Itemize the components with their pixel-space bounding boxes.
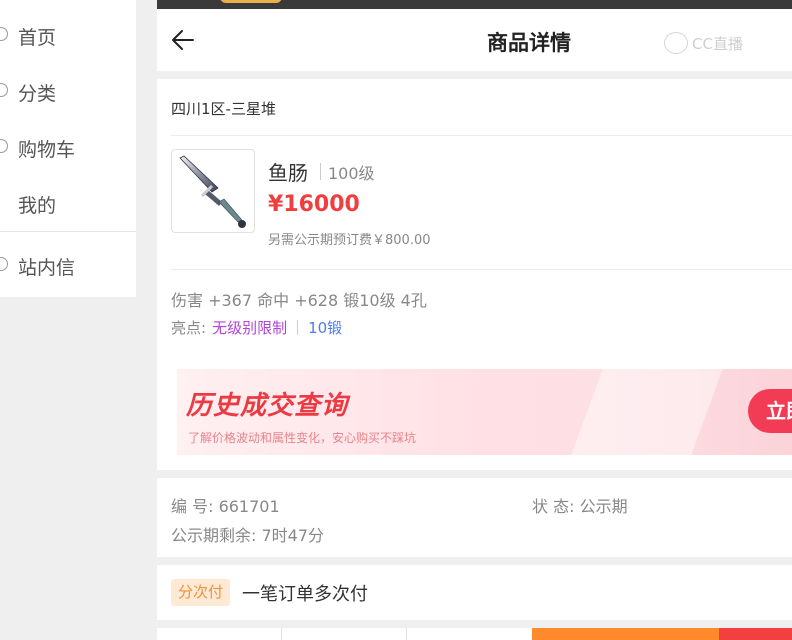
highlight-tag: 无级别限制 [212,319,288,337]
item-name: 鱼肠 [268,161,308,185]
sidebar-item-mine[interactable]: 我的 [0,183,136,223]
banner-subtitle: 了解价格波动和属性变化，安心购买不踩坑 [188,431,417,445]
item-price: ¥16000 [268,192,360,217]
dagger-icon [179,155,246,228]
sidebar-item-cart[interactable]: 购物车 [0,127,136,167]
sidebar: 首页 分类 购物车 我的 站内信 [0,0,136,297]
sidebar-item-category[interactable]: 分类 [0,71,136,111]
divider [171,269,792,270]
highlight-tag: 10锻 [308,319,343,337]
top-strip [157,0,792,9]
cart-icon [0,139,8,153]
top-strip-pill [220,0,282,3]
message-icon [0,257,8,271]
home-icon [0,27,8,41]
bar-divider [406,628,407,640]
sidebar-item-label: 站内信 [18,257,76,279]
bottom-action-bar [157,628,792,640]
buy-now-button[interactable] [719,628,792,640]
header: 商品详情 CC直播 [157,9,792,71]
arrow-left-icon [172,30,194,50]
sidebar-item-messages[interactable]: 站内信 [0,245,136,285]
sidebar-divider [0,231,136,232]
installment-badge: 分次付 [171,579,231,606]
product-card: 四川1区-三星堆 鱼肠 100级 ¥16000 另需公示期预订费￥800.00 … [157,79,792,470]
add-to-cart-button[interactable] [532,628,719,640]
deposit-note: 另需公示期预订费￥800.00 [268,233,431,248]
product-detail-panel: 商品详情 CC直播 四川1区-三星堆 鱼肠 100级 ¥16000 另需公示期预… [157,0,792,640]
watermark-text: CC直播 [692,34,743,53]
sidebar-item-label: 分类 [18,83,57,105]
item-attributes: 伤害 +367 命中 +628 锻10级 4孔 [171,291,427,310]
query-now-button[interactable]: 立即 [748,389,792,433]
back-button[interactable] [167,24,199,56]
highlight-separator [297,320,299,335]
category-icon [0,83,8,97]
installment-card[interactable]: 分次付 一笔订单多次付 [157,565,792,620]
watermark-logo: CC直播 [664,31,772,55]
server-name: 四川1区-三星堆 [171,100,276,118]
sidebar-item-label: 首页 [18,27,57,49]
highlights-label: 亮点: [171,319,207,337]
banner-glow [571,369,723,455]
sidebar-item-label: 购物车 [18,139,76,161]
order-info-card: 编 号: 661701 状 态: 公示期 公示期剩余: 7时47分 [157,478,792,557]
remaining-time: 公示期剩余: 7时47分 [171,526,325,545]
user-icon [0,195,8,209]
serial-number: 编 号: 661701 [171,497,280,516]
sidebar-item-label: 我的 [18,195,57,217]
status-text: 状 态: 公示期 [532,497,628,516]
watermark-icon [664,32,688,54]
installment-text: 一笔订单多次付 [242,584,368,605]
banner-title: 历史成交查询 [186,391,349,421]
page-title: 商品详情 [487,31,571,55]
highlights-row: 亮点: 无级别限制 10锻 [171,317,342,338]
item-thumbnail[interactable] [171,149,255,233]
item-level: 100级 [328,164,375,183]
sidebar-item-home[interactable]: 首页 [0,15,136,55]
bar-divider [281,628,282,640]
divider [171,135,792,136]
history-query-banner[interactable]: 历史成交查询 了解价格波动和属性变化，安心购买不踩坑 立即 [177,369,792,455]
name-separator [320,163,321,180]
